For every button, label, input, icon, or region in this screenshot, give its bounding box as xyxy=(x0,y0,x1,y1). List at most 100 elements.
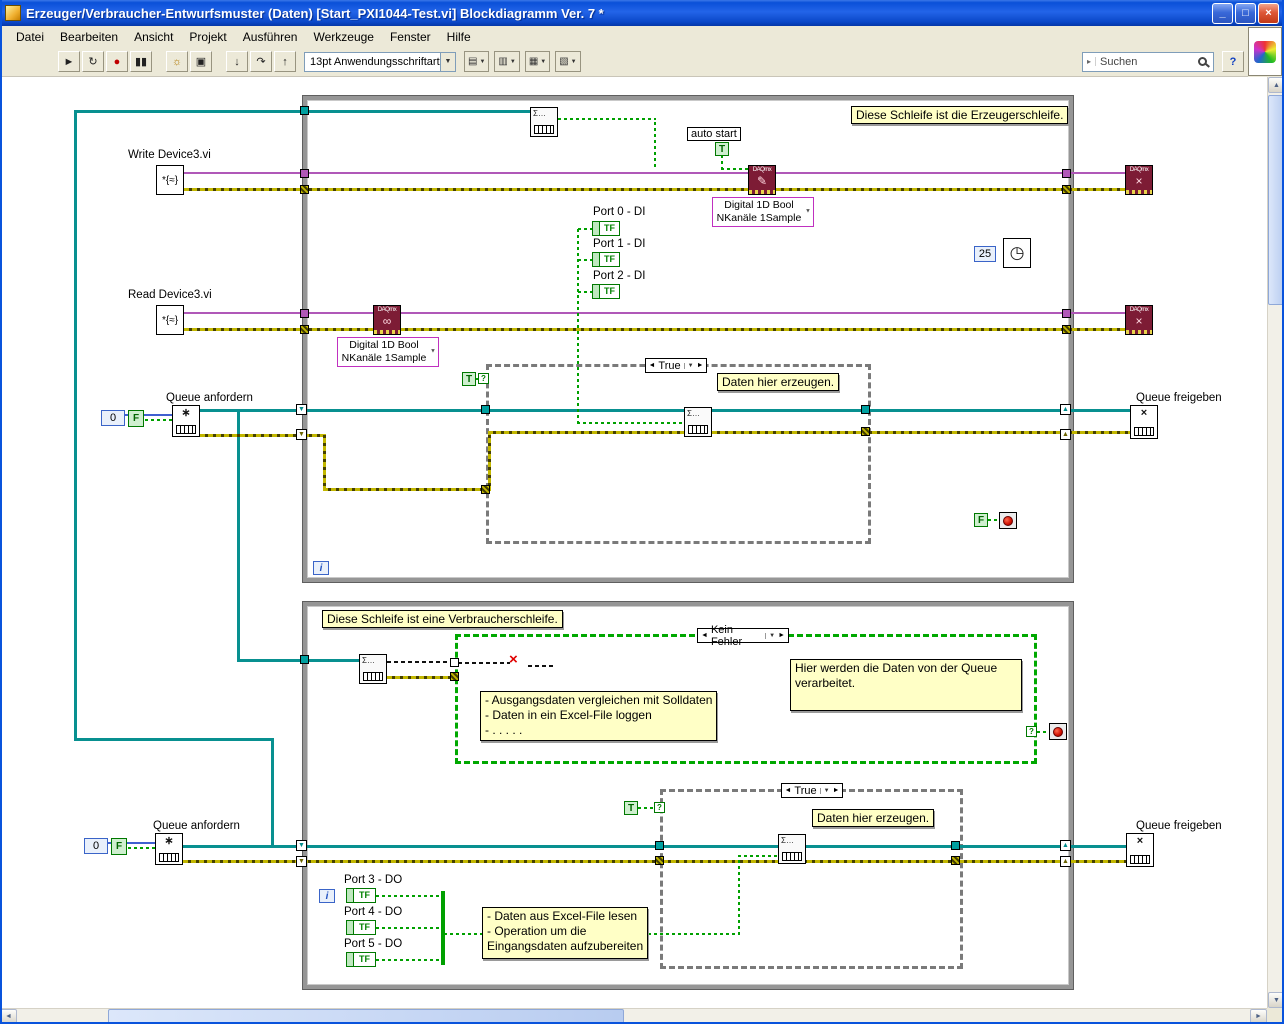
case-comment[interactable]: Daten hier erzeugen. xyxy=(717,373,840,391)
case-selector[interactable]: ◄ Kein Fehler ▼ ► xyxy=(697,624,789,648)
menu-item-datei[interactable]: Datei xyxy=(8,28,52,46)
tunnel[interactable] xyxy=(951,841,960,850)
tunnel[interactable] xyxy=(861,405,870,414)
error-wire[interactable] xyxy=(488,431,684,434)
queue-wire[interactable] xyxy=(74,738,274,741)
menu-item-fenster[interactable]: Fenster xyxy=(382,28,439,46)
iteration-terminal[interactable]: i xyxy=(319,889,335,903)
scroll-up-arrow[interactable]: ▲ xyxy=(1268,77,1284,93)
boolean-tf-constant[interactable]: TF xyxy=(346,952,376,967)
search-history-icon[interactable]: ▸ xyxy=(1083,57,1096,66)
task-wire[interactable] xyxy=(184,172,748,174)
iteration-terminal[interactable]: i xyxy=(313,561,329,575)
consumer-loop-comment[interactable]: Diese Schleife ist eine Verbraucherschle… xyxy=(322,610,563,628)
titlebar[interactable]: Erzeuger/Verbraucher-Entwurfsmuster (Dat… xyxy=(0,0,1284,26)
queue-wire[interactable] xyxy=(74,110,77,741)
align-objects-dropdown[interactable]: ▤ ▼ xyxy=(464,51,490,72)
boolean-wire[interactable] xyxy=(654,118,656,167)
polymorphic-selector[interactable]: Digital 1D Bool NKanäle 1Sample ▼ xyxy=(337,337,439,367)
case-prev-arrow[interactable]: ◄ xyxy=(648,362,655,369)
tunnel[interactable] xyxy=(450,658,459,667)
true-constant[interactable]: T xyxy=(624,801,638,815)
tunnel[interactable] xyxy=(951,856,960,865)
read-device3-vi-node[interactable]: *{≈} xyxy=(156,305,184,335)
queue-size-constant[interactable]: 0 xyxy=(84,838,108,854)
maximize-button[interactable]: □ xyxy=(1235,2,1256,24)
boolean-wire[interactable] xyxy=(721,168,748,170)
error-wire[interactable] xyxy=(323,434,326,491)
false-constant[interactable]: F xyxy=(974,513,988,527)
chevron-down-icon[interactable]: ▼ xyxy=(440,52,455,71)
error-wire[interactable] xyxy=(200,434,326,437)
case-prev-arrow[interactable]: ◄ xyxy=(701,632,708,639)
tunnel[interactable] xyxy=(1062,185,1071,194)
read-vi-label[interactable]: Read Device3.vi xyxy=(128,289,212,301)
tunnel[interactable] xyxy=(481,405,490,414)
port-label[interactable]: Port 0 - DI xyxy=(593,206,645,218)
data-wire[interactable] xyxy=(387,661,455,663)
polymorphic-selector[interactable]: Digital 1D Bool NKanäle 1Sample ▼ xyxy=(712,197,814,227)
producer-case-structure[interactable] xyxy=(486,364,871,544)
port-label[interactable]: Port 1 - DI xyxy=(593,238,645,250)
boolean-wire[interactable] xyxy=(577,422,684,424)
port-label[interactable]: Port 4 - DO xyxy=(344,906,402,918)
port-label[interactable]: Port 5 - DO xyxy=(344,938,402,950)
shift-register[interactable]: ▲ xyxy=(1060,404,1071,415)
obtain-queue-node[interactable]: ∗ xyxy=(155,833,183,865)
boolean-wire[interactable] xyxy=(145,419,172,421)
boolean-wire[interactable] xyxy=(128,847,155,849)
true-constant[interactable]: T xyxy=(715,142,729,156)
error-wire[interactable] xyxy=(387,676,455,679)
dequeue-element-node[interactable]: Σ… xyxy=(359,654,387,684)
port-label[interactable]: Port 3 - DO xyxy=(344,874,402,886)
shift-register[interactable]: ▲ xyxy=(1060,856,1071,867)
tunnel[interactable] xyxy=(300,309,309,318)
step-into-button[interactable]: ↓ xyxy=(226,51,248,72)
distribute-objects-dropdown[interactable]: ▥ ▼ xyxy=(494,51,520,72)
case-next-arrow[interactable]: ► xyxy=(833,787,840,794)
queue-wire[interactable] xyxy=(237,659,359,662)
enqueue-element-node[interactable]: Σ… xyxy=(684,407,712,437)
case-selector-label[interactable]: True xyxy=(794,785,816,797)
boolean-wire[interactable] xyxy=(578,228,592,230)
tunnel[interactable] xyxy=(1062,169,1071,178)
menu-item-hilfe[interactable]: Hilfe xyxy=(439,28,479,46)
tasks-comment[interactable]: - Ausgangsdaten vergleichen mit Solldate… xyxy=(480,691,718,741)
write-vi-label[interactable]: Write Device3.vi xyxy=(128,149,211,161)
help-button[interactable]: ? xyxy=(1222,51,1244,72)
obtain-queue-label[interactable]: Queue anfordern xyxy=(166,392,253,404)
vertical-scrollbar[interactable]: ▲ ▼ xyxy=(1267,77,1284,1008)
run-continuously-button[interactable]: ↻ xyxy=(82,51,104,72)
boolean-wire[interactable] xyxy=(578,259,592,261)
boolean-wire[interactable] xyxy=(577,228,579,424)
chevron-down-icon[interactable]: ▼ xyxy=(805,206,811,219)
wait-ms-constant[interactable]: 25 xyxy=(974,246,996,262)
step-over-button[interactable]: ↷ xyxy=(250,51,272,72)
obtain-queue-node[interactable]: ∗ xyxy=(172,405,200,437)
task-wire[interactable] xyxy=(184,312,373,314)
menu-item-ausfuehren[interactable]: Ausführen xyxy=(235,28,306,46)
daqmx-clear-task-node[interactable]: DAQmx × xyxy=(1125,305,1153,335)
chevron-down-icon[interactable]: ▼ xyxy=(683,362,694,369)
tunnel[interactable] xyxy=(655,841,664,850)
shift-register[interactable]: ▼ xyxy=(296,840,307,851)
tunnel[interactable] xyxy=(300,325,309,334)
boolean-tf-constant[interactable]: TF xyxy=(592,284,620,299)
false-constant[interactable]: F xyxy=(128,410,144,427)
tunnel[interactable] xyxy=(300,185,309,194)
minimize-button[interactable]: _ xyxy=(1212,2,1233,24)
tunnel[interactable] xyxy=(481,485,490,494)
data-wire[interactable] xyxy=(528,665,554,667)
horizontal-scroll-thumb[interactable] xyxy=(108,1009,624,1024)
loop-condition-terminal[interactable] xyxy=(999,512,1017,529)
case-selector[interactable]: ◄ True ▼ ► xyxy=(645,358,707,373)
queue-wire[interactable] xyxy=(200,409,1131,412)
chevron-down-icon[interactable]: ▼ xyxy=(430,346,436,359)
task-wire[interactable] xyxy=(401,312,1125,314)
error-wire[interactable] xyxy=(184,328,1125,331)
task-wire[interactable] xyxy=(776,172,1125,174)
data-wire[interactable] xyxy=(458,662,510,664)
boolean-wire[interactable] xyxy=(376,959,442,961)
menu-item-werkzeuge[interactable]: Werkzeuge xyxy=(305,28,381,46)
tunnel[interactable] xyxy=(1062,309,1071,318)
